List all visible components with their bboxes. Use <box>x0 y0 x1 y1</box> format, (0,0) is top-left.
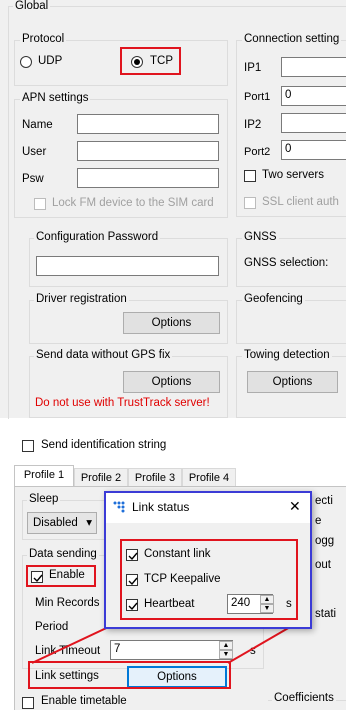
callout-line-left <box>31 622 118 664</box>
heartbeat-unit: s <box>286 598 292 610</box>
checkmark-icon <box>128 602 138 611</box>
heartbeat-label: Heartbeat <box>144 598 195 610</box>
heartbeat-checkbox[interactable] <box>126 599 138 611</box>
heartbeat-down[interactable]: ▼ <box>260 604 274 613</box>
callout-line-right <box>227 622 298 664</box>
heartbeat-up[interactable]: ▲ <box>260 595 274 604</box>
constant-link-label: Constant link <box>144 548 211 560</box>
close-icon[interactable]: ✕ <box>289 498 301 515</box>
checkmark-icon <box>128 577 138 586</box>
network-dots-icon <box>113 501 127 516</box>
constant-link-checkbox[interactable] <box>126 549 138 561</box>
checkmark-icon <box>128 552 138 561</box>
dialog-title: Link status <box>132 500 190 514</box>
link-status-dialog: Link status ✕ Constant link TCP Keepaliv… <box>104 491 312 629</box>
tcp-keepalive-label: TCP Keepalive <box>144 573 221 585</box>
tcp-keepalive-checkbox[interactable] <box>126 574 138 586</box>
